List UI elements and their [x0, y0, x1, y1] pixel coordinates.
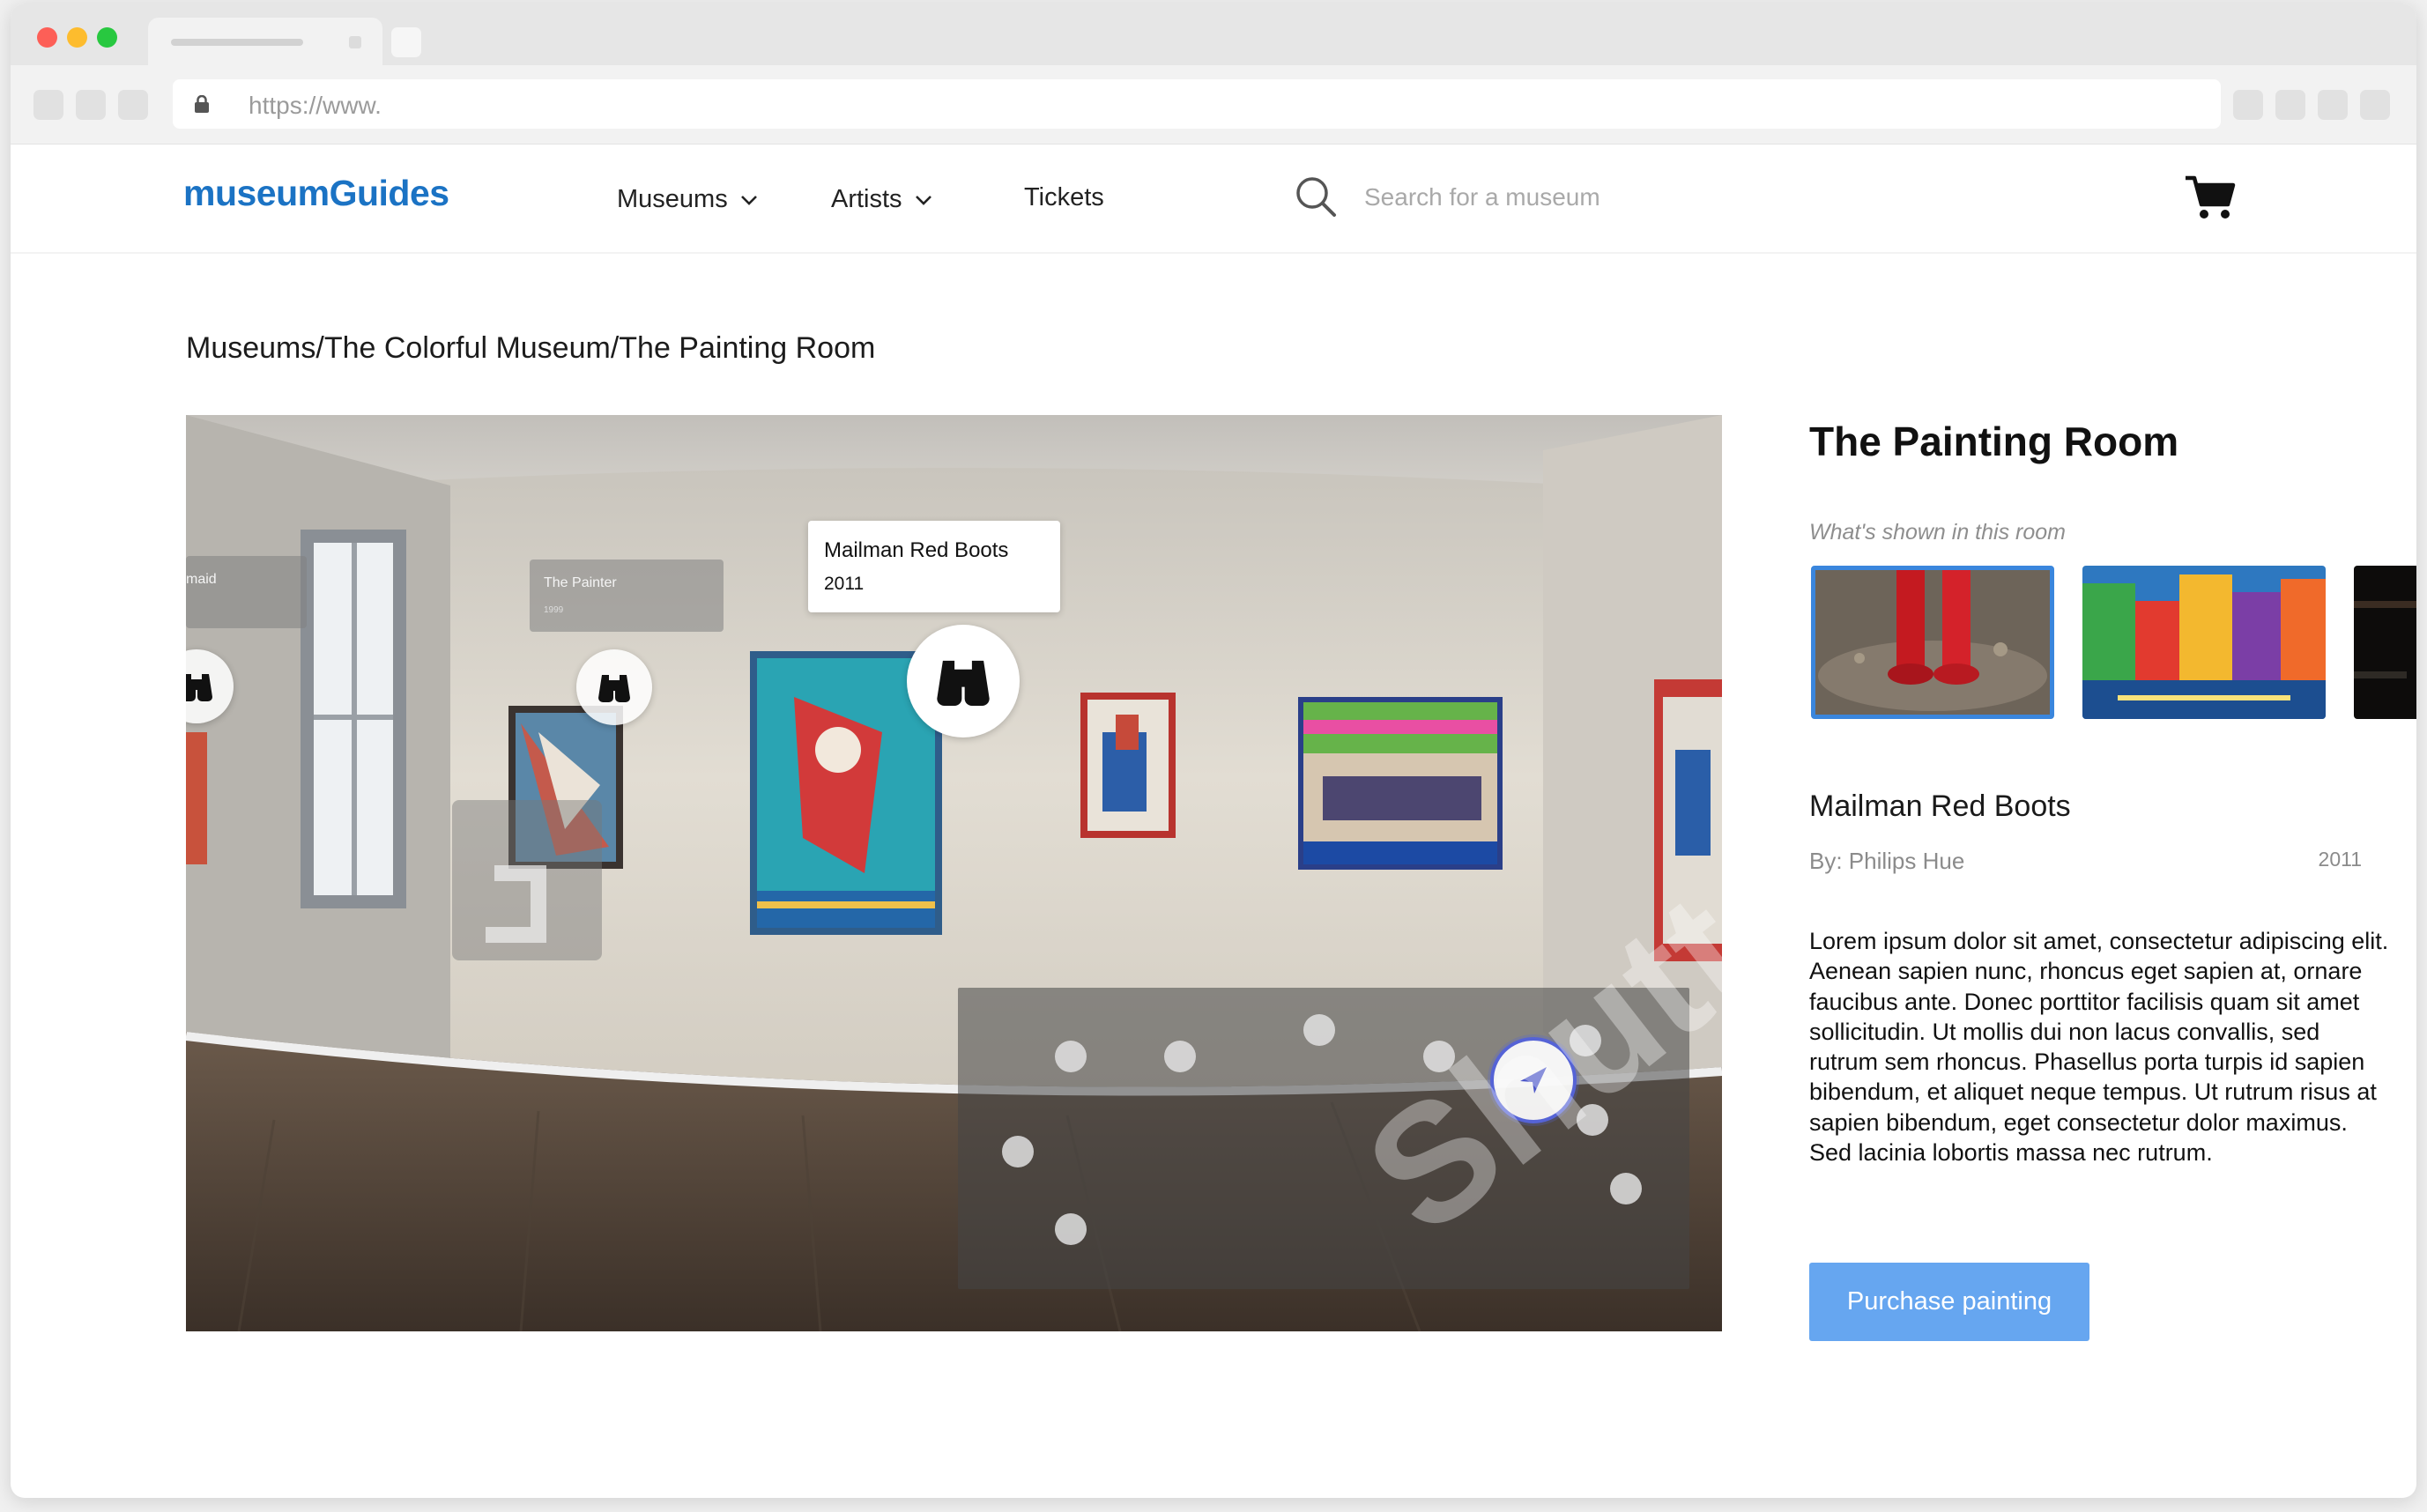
binoculars-hotspot-the-painter[interactable] — [576, 649, 652, 725]
minimap-point[interactable] — [1055, 1213, 1087, 1245]
artwork-label-maid[interactable]: maid — [186, 556, 307, 628]
minimap-point[interactable] — [1303, 1014, 1335, 1046]
extension-button-3[interactable] — [2318, 90, 2348, 120]
dark-painting-image — [2354, 566, 2416, 719]
browser-tab-bar — [11, 4, 2416, 65]
artwork-label-year: 1999 — [544, 605, 564, 615]
extension-button-2[interactable] — [2275, 90, 2305, 120]
nav-museums[interactable]: Museums — [617, 183, 758, 214]
minimap-point[interactable] — [1610, 1173, 1642, 1204]
cart-icon[interactable] — [2184, 173, 2237, 222]
thumbnail-mailman-red-boots[interactable] — [1811, 566, 2054, 719]
artwork-label-title: The Painter — [544, 575, 617, 590]
painting-edge-right[interactable] — [1654, 679, 1722, 961]
search-icon[interactable] — [1294, 174, 1338, 219]
painting-green-stripes[interactable] — [1298, 697, 1503, 870]
binoculars-hotspot-mailman-red-boots[interactable] — [907, 625, 1020, 737]
minimize-window-button[interactable] — [67, 27, 87, 48]
artwork-label-year: 2011 — [824, 574, 865, 594]
minimap-point[interactable] — [1570, 1025, 1601, 1056]
nav-tickets[interactable]: Tickets — [1024, 183, 1104, 212]
url-text: https://www. — [249, 92, 382, 119]
chevron-down-icon — [740, 183, 758, 212]
minimap-point[interactable] — [1002, 1136, 1034, 1167]
browser-tab[interactable] — [148, 18, 382, 65]
artwork-label-the-painter[interactable]: The Painter 1999 — [530, 560, 724, 632]
thumbnail-colorful-street[interactable] — [2082, 566, 2326, 719]
tab-close-button[interactable] — [349, 36, 361, 48]
artwork-artist: By: Philips Hue — [1809, 848, 1965, 874]
reload-button[interactable] — [118, 90, 148, 120]
nav-tickets-label: Tickets — [1024, 183, 1104, 211]
lock-icon — [195, 95, 209, 113]
forward-button[interactable] — [76, 90, 106, 120]
binoculars-icon — [937, 660, 990, 707]
minimap-point[interactable] — [1423, 1041, 1455, 1072]
room-subtitle: What's shown in this room — [1809, 520, 2066, 545]
close-window-button[interactable] — [37, 27, 57, 48]
minimap-point[interactable] — [1055, 1041, 1087, 1072]
colorful-street-painting-image — [2082, 566, 2326, 719]
tab-title-placeholder — [171, 39, 303, 46]
binoculars-icon — [186, 674, 212, 701]
artwork-label-title: Mailman Red Boots — [824, 538, 1009, 562]
thumbnail-dark-painting[interactable] — [2354, 566, 2416, 719]
minimap-point[interactable] — [1577, 1104, 1608, 1136]
search-input[interactable] — [1364, 178, 1822, 217]
painting-blue-red-abstract[interactable] — [1080, 693, 1176, 838]
chevron-down-icon — [915, 183, 932, 212]
panorama-viewer[interactable]: maid The Painter 1999 Mailman Red Boots … — [186, 415, 1722, 1331]
new-tab-button[interactable] — [391, 27, 421, 57]
artwork-description: Lorem ipsum dolor sit amet, consectetur … — [1809, 928, 2389, 1167]
extension-button-4[interactable] — [2360, 90, 2390, 120]
site-header: museumGuides Museums Artists Tickets — [11, 145, 2416, 254]
minimap-point[interactable] — [1164, 1041, 1196, 1072]
address-bar[interactable]: https://www. — [173, 79, 2221, 129]
artwork-label-title: maid — [186, 572, 217, 587]
purchase-painting-button[interactable]: Purchase painting — [1809, 1263, 2089, 1341]
site-logo[interactable]: museumGuides — [183, 173, 449, 214]
breadcrumb[interactable]: Museums/The Colorful Museum/The Painting… — [186, 331, 875, 366]
browser-toolbar: https://www. — [11, 65, 2416, 145]
artwork-thumbnail-strip[interactable] — [1809, 566, 2416, 721]
binoculars-icon — [598, 675, 630, 702]
artwork-year: 2011 — [2318, 848, 2362, 871]
nav-artists[interactable]: Artists — [831, 183, 932, 214]
room-title: The Painting Room — [1809, 419, 2179, 464]
nav-museums-label: Museums — [617, 185, 728, 213]
maximize-window-button[interactable] — [97, 27, 117, 48]
extension-button-1[interactable] — [2233, 90, 2263, 120]
nav-artists-label: Artists — [831, 185, 902, 213]
navigation-arrow-icon — [1520, 1067, 1547, 1093]
red-boots-image — [1815, 570, 2050, 715]
artwork-title: Mailman Red Boots — [1809, 789, 2071, 823]
browser-window: https://www. museumGuides Museums Artist… — [11, 4, 2416, 1498]
room-minimap[interactable] — [958, 988, 1689, 1289]
minimap-current-position[interactable] — [1490, 1037, 1577, 1123]
artwork-label-mailman-red-boots[interactable]: Mailman Red Boots 2011 — [808, 521, 1060, 612]
back-button[interactable] — [33, 90, 63, 120]
